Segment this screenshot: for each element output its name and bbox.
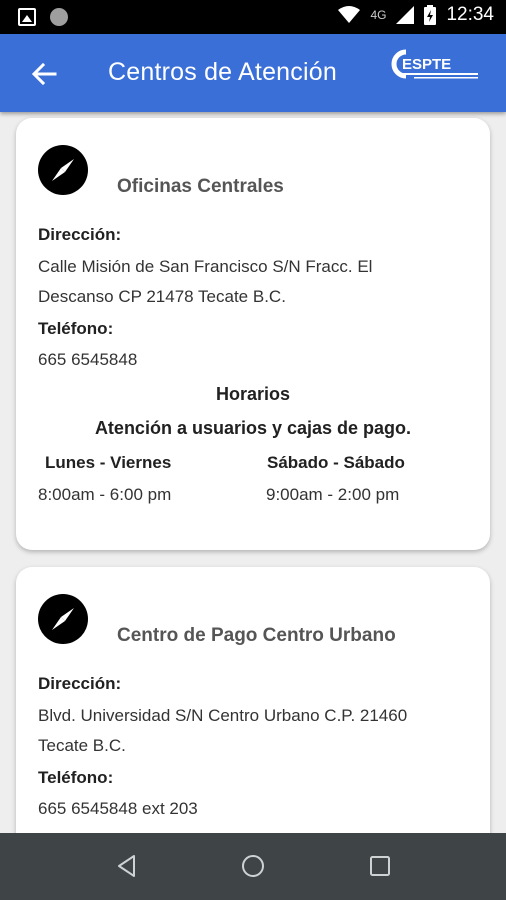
weekday-hours: 8:00am - 6:00 pm: [38, 485, 172, 504]
wifi-icon: [338, 6, 361, 23]
nav-home-icon[interactable]: [240, 853, 266, 879]
phone-label: Teléfono:: [38, 768, 114, 787]
center-card[interactable]: Centro de Pago Centro Urbano Dirección: …: [16, 567, 490, 833]
weekday-label: Lunes - Viernes: [45, 453, 172, 472]
clock: 12:34: [446, 4, 494, 25]
weekend-hours: 9:00am - 2:00 pm: [266, 485, 400, 504]
phone-label: Teléfono:: [38, 319, 114, 338]
phone-value: 665 6545848: [38, 350, 138, 369]
battery-icon: [424, 5, 437, 25]
address-line-1: Blvd. Universidad S/N Centro Urbano C.P.…: [38, 706, 408, 725]
nav-back-icon[interactable]: [114, 853, 140, 879]
signal-icon: [396, 6, 415, 24]
address-label: Dirección:: [38, 674, 122, 693]
system-navigation-bar: [0, 833, 506, 900]
address-label: Dirección:: [38, 225, 122, 244]
image-notification-icon: [18, 8, 36, 26]
hours-title: Horarios: [215, 384, 291, 404]
page-title: Centros de Atención: [108, 58, 337, 86]
notification-dot-icon: [50, 8, 68, 26]
phone-value: 665 6545848 ext 203: [38, 799, 198, 818]
center-card[interactable]: Oficinas Centrales Dirección: Calle Misi…: [16, 118, 490, 550]
compass-icon: [38, 594, 88, 644]
address-line-1: Calle Misión de San Francisco S/N Fracc.…: [38, 257, 373, 276]
center-title: Oficinas Centrales: [117, 176, 284, 197]
logo-text: ESPTE: [402, 56, 451, 73]
nav-recents-icon[interactable]: [367, 853, 393, 879]
hours-subtitle: Atención a usuarios y cajas de pago.: [94, 418, 412, 438]
compass-icon: [38, 145, 88, 195]
address-line-2: Tecate B.C.: [38, 736, 126, 755]
center-title: Centro de Pago Centro Urbano: [117, 625, 396, 646]
cespte-logo: ESPTE: [391, 49, 478, 79]
weekend-label: Sábado - Sábado: [267, 453, 405, 472]
address-line-2: Descanso CP 21478 Tecate B.C.: [38, 287, 286, 306]
app-bar: Centros de Atención ESPTE: [0, 34, 506, 112]
arrow-back-icon: [31, 62, 57, 86]
centers-list[interactable]: Oficinas Centrales Dirección: Calle Misi…: [0, 112, 506, 833]
status-bar: 4G 12:34: [0, 0, 506, 34]
back-button[interactable]: [26, 56, 62, 92]
network-type: 4G: [370, 8, 387, 22]
